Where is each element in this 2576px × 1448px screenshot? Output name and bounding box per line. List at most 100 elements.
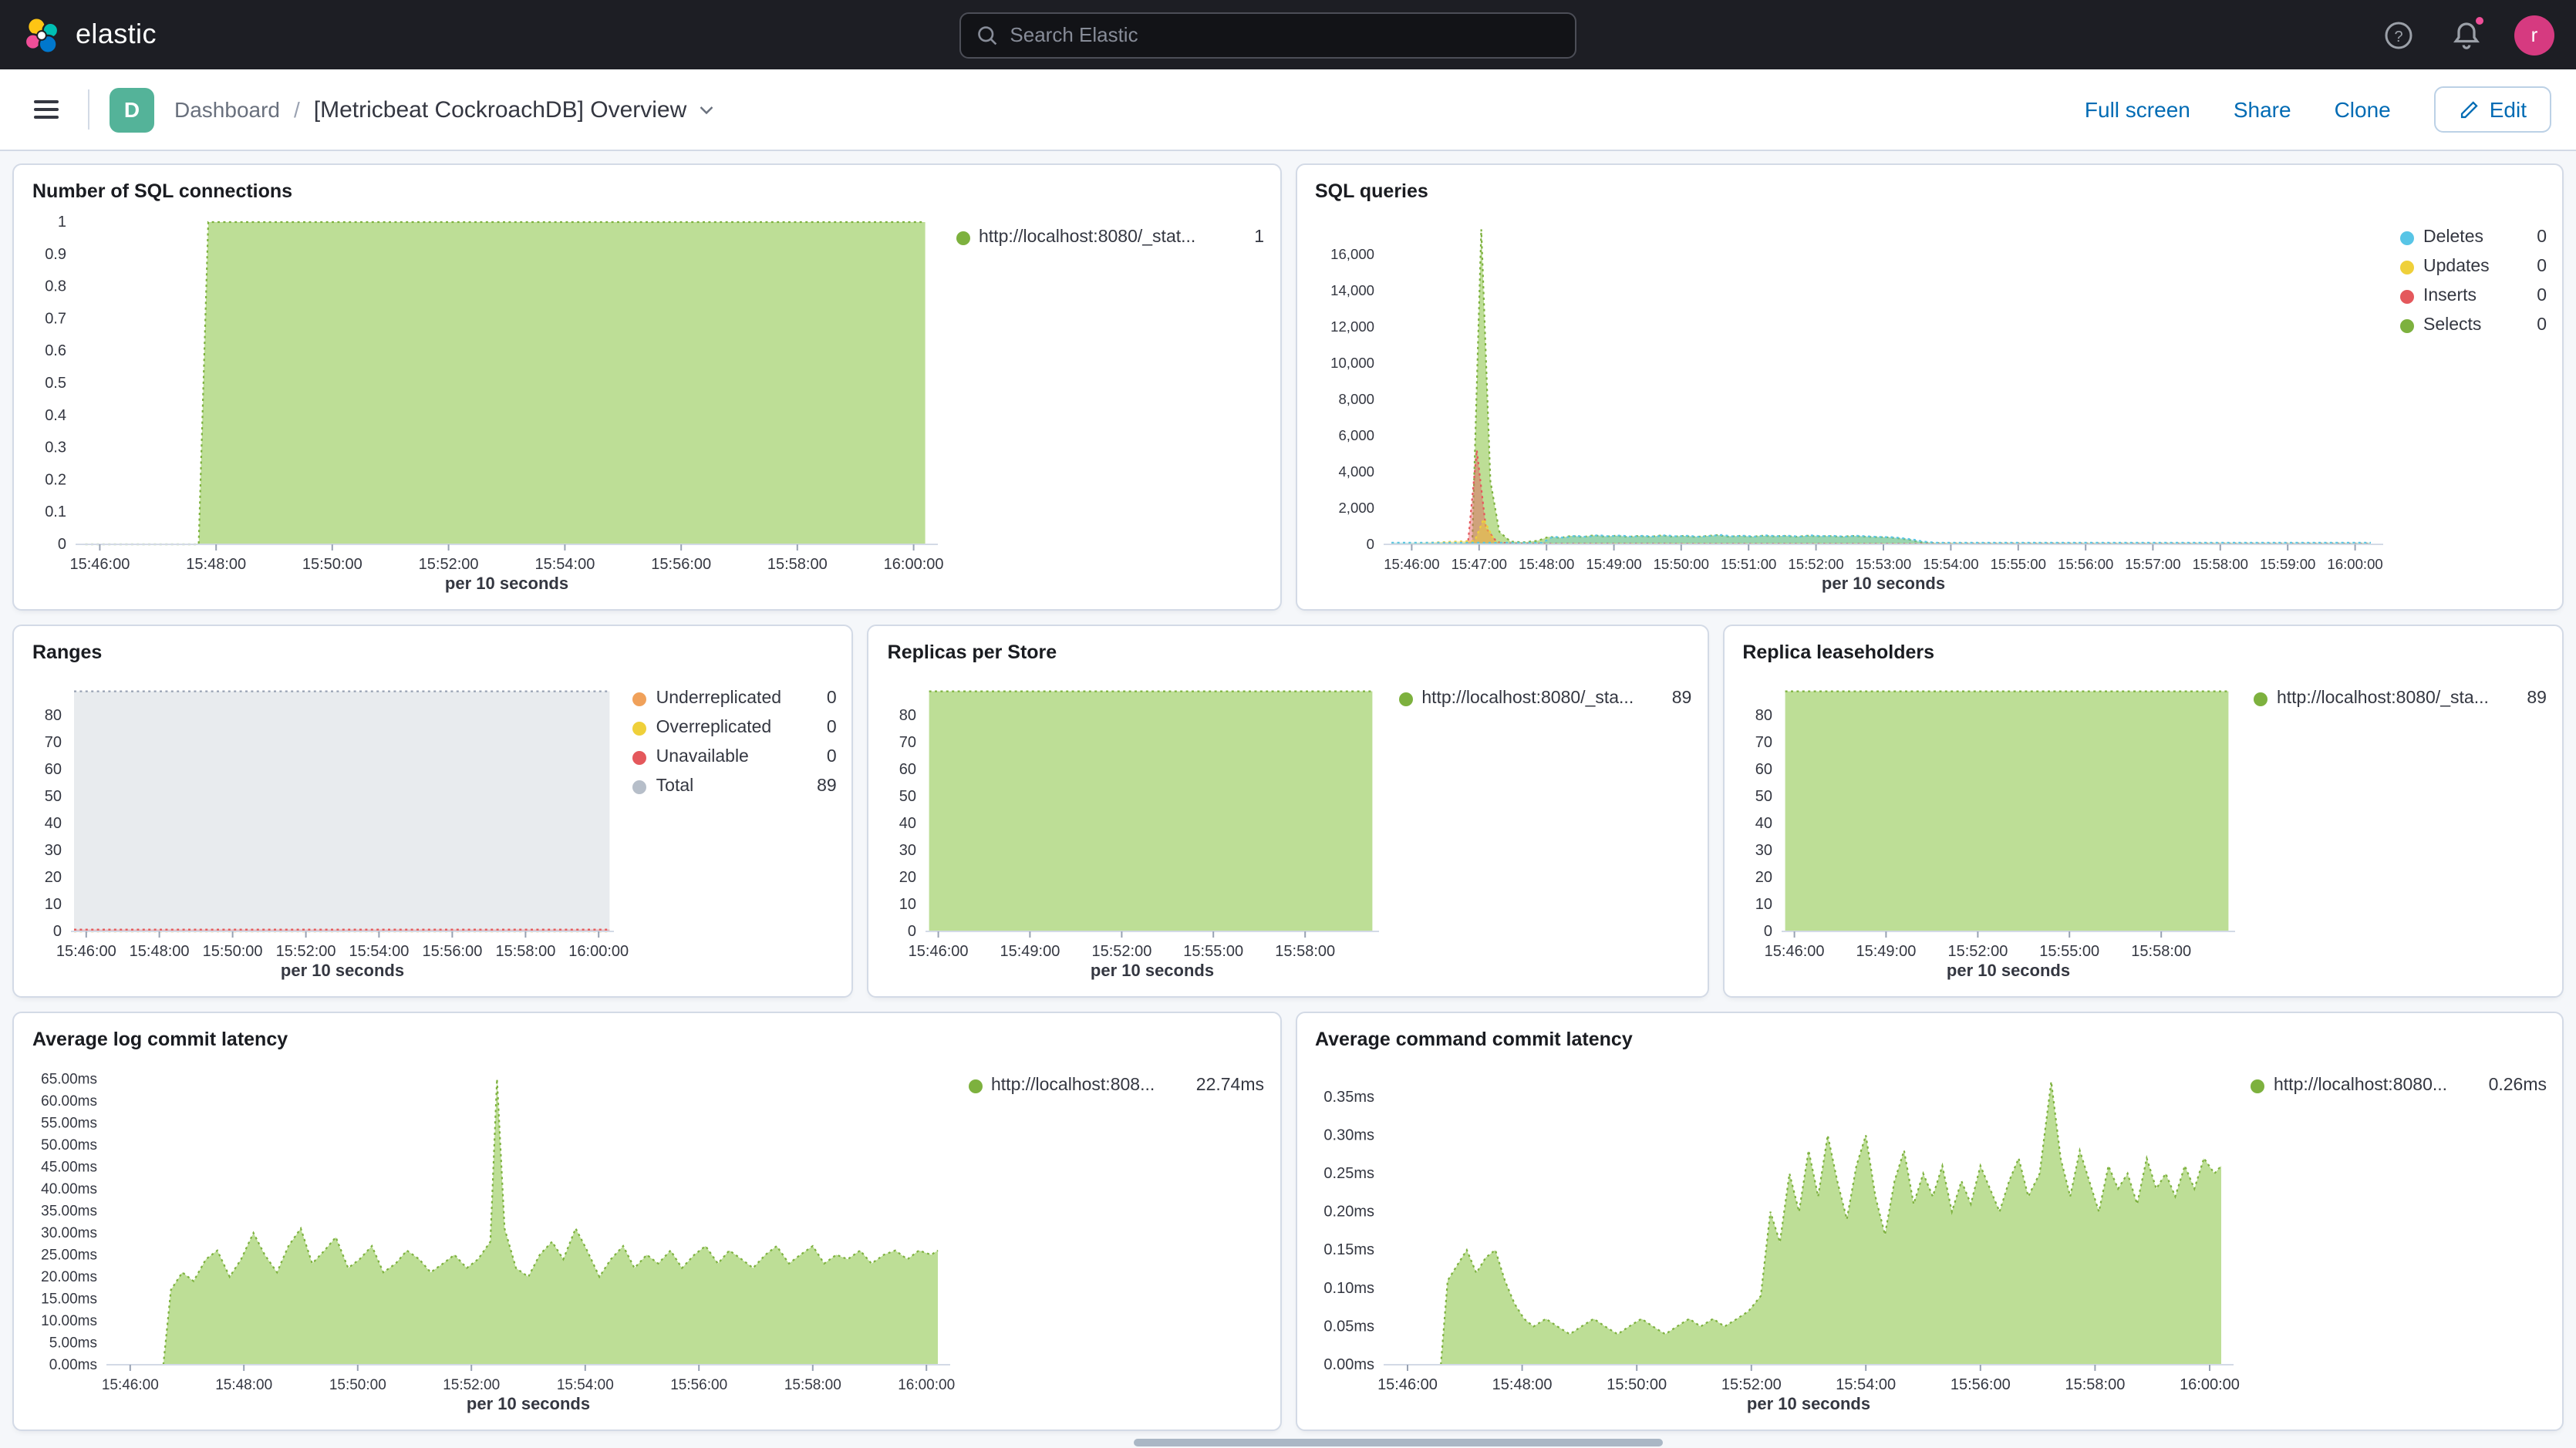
svg-text:15:46:00: 15:46:00 (1764, 943, 1824, 960)
svg-text:per 10 seconds: per 10 seconds (1746, 1394, 1870, 1413)
panel-command-commit-latency: Average command commit latency 0.00ms0.0… (1295, 1012, 2564, 1431)
legend-series-dot (2400, 231, 2414, 244)
clone-button[interactable]: Clone (2335, 97, 2391, 122)
user-avatar[interactable]: r (2514, 15, 2554, 55)
full-screen-button[interactable]: Full screen (2085, 97, 2190, 122)
breadcrumb-separator: / (294, 97, 300, 122)
dashboard-toolbar: D Dashboard / [Metricbeat CockroachDB] O… (0, 69, 2576, 151)
help-icon[interactable]: ? (2379, 15, 2419, 55)
chart-replica-leaseholders[interactable]: 0102030405060708015:46:0015:49:0015:52:0… (1739, 671, 2254, 984)
panel-title: Replica leaseholders (1739, 638, 2547, 671)
legend-item[interactable]: Updates0 (2400, 258, 2547, 276)
share-button[interactable]: Share (2234, 97, 2291, 122)
breadcrumb-current[interactable]: [Metricbeat CockroachDB] Overview (314, 96, 687, 123)
chart-sql-queries[interactable]: 02,0004,0006,0008,00010,00012,00014,0001… (1312, 210, 2400, 597)
search-input[interactable]: Search Elastic (959, 12, 1576, 58)
svg-text:65.00ms: 65.00ms (41, 1071, 97, 1087)
legend-series-value: 0 (827, 719, 837, 737)
chart-log-commit-latency[interactable]: 0.00ms5.00ms10.00ms15.00ms20.00ms25.00ms… (29, 1058, 968, 1417)
svg-text:0: 0 (53, 923, 62, 940)
svg-text:0.2: 0.2 (45, 471, 66, 488)
svg-text:0.4: 0.4 (45, 407, 66, 424)
legend-item[interactable]: http://localhost:808...22.74ms (968, 1076, 1264, 1095)
svg-text:0.30ms: 0.30ms (1323, 1126, 1374, 1143)
global-header: elastic Search Elastic ? (0, 0, 2576, 69)
svg-text:80: 80 (45, 707, 62, 724)
panel-log-commit-latency: Average log commit latency 0.00ms5.00ms1… (12, 1012, 1281, 1431)
legend-series-value: 0 (2537, 316, 2547, 335)
legend-series-dot (633, 692, 647, 705)
legend-item[interactable]: http://localhost:8080/_sta...89 (2254, 689, 2547, 708)
svg-text:10,000: 10,000 (1330, 355, 1374, 371)
legend-series-dot (956, 231, 969, 244)
svg-text:20.00ms: 20.00ms (41, 1269, 97, 1285)
legend-item[interactable]: Underreplicated0 (633, 689, 837, 708)
space-badge[interactable]: D (110, 87, 154, 132)
legend-series-label: Selects (2423, 316, 2518, 335)
svg-text:0.05ms: 0.05ms (1323, 1318, 1374, 1335)
svg-text:15:52:00: 15:52:00 (276, 943, 336, 960)
svg-text:15:58:00: 15:58:00 (784, 1377, 841, 1393)
svg-text:15:54:00: 15:54:00 (1835, 1376, 1895, 1393)
svg-text:15:56:00: 15:56:00 (1950, 1376, 2010, 1393)
svg-text:15:56:00: 15:56:00 (651, 556, 711, 573)
svg-text:0: 0 (58, 536, 66, 553)
main-menu-icon[interactable] (25, 91, 68, 128)
legend-item[interactable]: Unavailable0 (633, 748, 837, 766)
panel-title: Average command commit latency (1312, 1025, 2547, 1058)
edit-button[interactable]: Edit (2434, 86, 2551, 133)
legend-item[interactable]: Overreplicated0 (633, 719, 837, 737)
svg-text:0.5: 0.5 (45, 375, 66, 392)
toolbar-divider (88, 89, 89, 130)
svg-text:40.00ms: 40.00ms (41, 1181, 97, 1197)
legend-series-label: http://localhost:8080/_stat... (979, 228, 1236, 247)
svg-text:15:50:00: 15:50:00 (203, 943, 263, 960)
panel-row: Number of SQL connections 00.10.20.30.40… (12, 163, 2564, 611)
svg-text:15:55:00: 15:55:00 (1184, 943, 1244, 960)
svg-text:0.8: 0.8 (45, 278, 66, 295)
legend-item[interactable]: Inserts0 (2400, 287, 2547, 305)
alerts-bell-icon[interactable] (2446, 15, 2487, 55)
svg-text:15.00ms: 15.00ms (41, 1291, 97, 1307)
horizontal-scrollbar-thumb[interactable] (1134, 1439, 1663, 1446)
svg-text:16:00:00: 16:00:00 (2179, 1376, 2239, 1393)
breadcrumb-dashboard[interactable]: Dashboard (174, 97, 280, 122)
svg-text:15:52:00: 15:52:00 (1787, 556, 1843, 572)
elastic-brand[interactable]: elastic (22, 15, 157, 55)
svg-text:16,000: 16,000 (1330, 246, 1374, 262)
svg-text:per 10 seconds: per 10 seconds (445, 574, 568, 593)
legend-item[interactable]: http://localhost:8080/_stat...1 (956, 228, 1264, 247)
chevron-down-icon[interactable] (697, 100, 716, 119)
panel-sql-queries: SQL queries 02,0004,0006,0008,00010,0001… (1295, 163, 2564, 611)
svg-text:0.10ms: 0.10ms (1323, 1280, 1374, 1297)
legend-series-dot (2400, 260, 2414, 274)
svg-text:15:52:00: 15:52:00 (1092, 943, 1152, 960)
legend-item[interactable]: Total89 (633, 777, 837, 796)
legend-item[interactable]: http://localhost:8080...0.26ms (2251, 1076, 2547, 1095)
chart-replicas-per-store[interactable]: 0102030405060708015:46:0015:49:0015:52:0… (885, 671, 1399, 984)
svg-text:1: 1 (58, 214, 66, 231)
svg-text:15:52:00: 15:52:00 (419, 556, 479, 573)
chart-ranges[interactable]: 0102030405060708015:46:0015:48:0015:50:0… (29, 671, 633, 984)
legend-series-value: 0 (827, 748, 837, 766)
svg-text:8,000: 8,000 (1337, 391, 1374, 407)
legend-item[interactable]: http://localhost:8080/_sta...89 (1398, 689, 1691, 708)
panel-title: SQL queries (1312, 177, 2547, 210)
legend-item[interactable]: Selects 0 (2400, 316, 2547, 335)
svg-text:30: 30 (1755, 842, 1772, 859)
chart-command-commit-latency[interactable]: 0.00ms0.05ms0.10ms0.15ms0.20ms0.25ms0.30… (1312, 1058, 2251, 1417)
chart-sql-connections[interactable]: 00.10.20.30.40.50.60.70.80.9115:46:0015:… (29, 210, 956, 597)
svg-text:15:52:00: 15:52:00 (1721, 1376, 1781, 1393)
notification-dot (2474, 15, 2485, 25)
legend-series-value: 0.26ms (2489, 1076, 2547, 1095)
chart-legend: http://localhost:8080/_sta...89 (1398, 671, 1691, 984)
svg-text:50.00ms: 50.00ms (41, 1137, 97, 1153)
svg-text:15:58:00: 15:58:00 (2192, 556, 2247, 572)
svg-text:0.25ms: 0.25ms (1323, 1165, 1374, 1182)
svg-text:15:46:00: 15:46:00 (1377, 1376, 1437, 1393)
legend-item[interactable]: Deletes0 (2400, 228, 2547, 247)
legend-series-label: Underreplicated (656, 689, 808, 708)
svg-text:0: 0 (1763, 923, 1772, 940)
svg-text:80: 80 (1755, 707, 1772, 724)
svg-text:0.35ms: 0.35ms (1323, 1089, 1374, 1106)
